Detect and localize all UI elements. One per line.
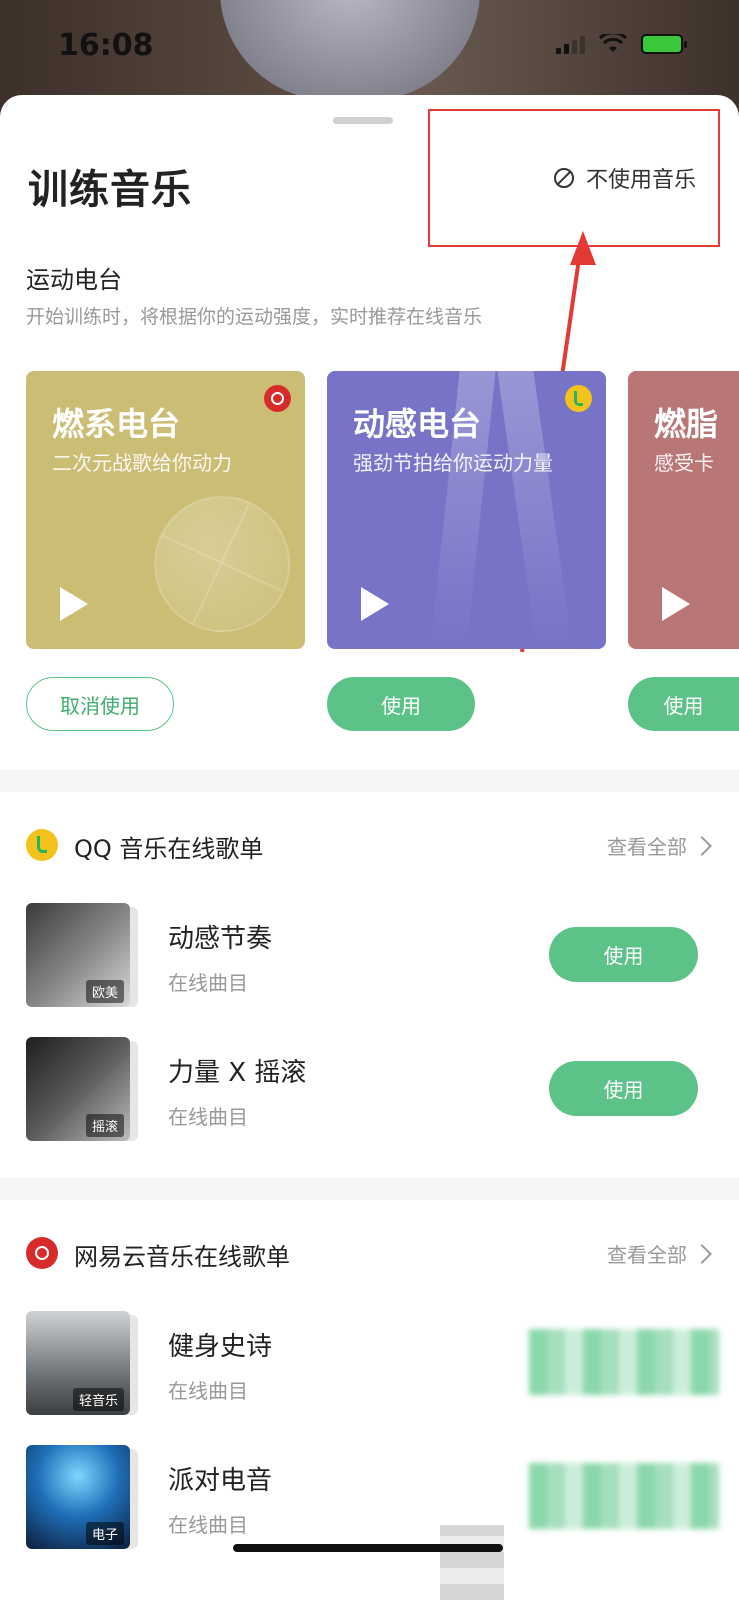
qq-music-icon <box>26 829 58 861</box>
section-divider <box>0 770 739 792</box>
status-time: 16:08 <box>58 28 154 63</box>
home-indicator[interactable] <box>233 1544 503 1552</box>
playlist-meta: 在线曲目 <box>168 1513 248 1537</box>
playlist-cover-image: 欧美 <box>26 903 130 1007</box>
cancel-use-button[interactable]: 取消使用 <box>26 677 174 731</box>
play-icon[interactable] <box>361 587 389 621</box>
qq-section-title: QQ 音乐在线歌单 <box>74 835 264 863</box>
use-button[interactable]: 使用 <box>549 927 698 982</box>
radio-card-title: 动感电台 <box>353 405 482 443</box>
section-divider <box>0 1178 739 1200</box>
playlist-cover-image: 摇滚 <box>26 1037 130 1141</box>
sheet-grabber[interactable] <box>333 117 393 124</box>
battery-charging-icon <box>641 34 687 54</box>
radio-card-title: 燃系电台 <box>52 405 181 443</box>
play-icon[interactable] <box>60 587 88 621</box>
playlist-name: 派对电音 <box>168 1466 273 1496</box>
status-bar: 16:08 <box>0 0 739 96</box>
radio-card-2[interactable]: 动感电台 强劲节拍给你运动力量 <box>327 371 606 649</box>
use-button[interactable] <box>529 1463 719 1529</box>
radio-card-subtitle: 二次元战歌给你动力 <box>52 451 232 475</box>
netease-section-title: 网易云音乐在线歌单 <box>74 1243 290 1271</box>
play-icon[interactable] <box>662 587 690 621</box>
playlist-cover-image: 电子 <box>26 1445 130 1549</box>
no-music-button[interactable]: 不使用音乐 <box>428 109 720 247</box>
playlist-cover[interactable]: 摇滚 <box>26 1037 138 1141</box>
playlist-cover[interactable]: 电子 <box>26 1445 138 1549</box>
qq-see-all-link[interactable]: 查看全部 <box>607 831 712 860</box>
playlist-name: 动感节奏 <box>168 924 273 954</box>
radio-card-subtitle: 强劲节拍给你运动力量 <box>353 451 553 475</box>
genre-tag: 轻音乐 <box>72 1388 124 1411</box>
use-button[interactable] <box>529 1329 719 1395</box>
radio-section-description: 开始训练时，将根据你的运动强度，实时推荐在线音乐 <box>26 306 483 328</box>
chevron-right-icon <box>692 1243 712 1264</box>
radio-section-title: 运动电台 <box>26 266 122 294</box>
playlist-meta: 在线曲目 <box>168 1379 248 1403</box>
netease-music-icon <box>264 385 291 412</box>
genre-tag: 摇滚 <box>85 1114 124 1137</box>
use-button[interactable]: 使用 <box>628 677 739 731</box>
status-icons <box>556 34 687 54</box>
use-button[interactable]: 使用 <box>327 677 475 731</box>
radio-card-title: 燃脂 <box>654 405 719 443</box>
genre-tag: 电子 <box>85 1522 124 1545</box>
see-all-label: 查看全部 <box>607 1243 687 1267</box>
radio-card-subtitle: 感受卡 <box>654 451 714 475</box>
radio-card-3[interactable]: 燃脂 感受卡 <box>628 371 739 649</box>
playlist-cover[interactable]: 欧美 <box>26 903 138 1007</box>
playlist-cover-image: 轻音乐 <box>26 1311 130 1415</box>
see-all-label: 查看全部 <box>607 835 687 859</box>
genre-tag: 欧美 <box>85 980 124 1003</box>
sheet-title: 训练音乐 <box>28 167 192 213</box>
no-music-label: 不使用音乐 <box>585 168 696 193</box>
basketball-illustration <box>154 496 290 632</box>
netease-see-all-link[interactable]: 查看全部 <box>607 1239 712 1268</box>
chevron-right-icon <box>692 835 712 856</box>
cellular-signal-icon <box>556 34 585 54</box>
playlist-name: 力量 X 摇滚 <box>168 1058 307 1088</box>
playlist-meta: 在线曲目 <box>168 1105 248 1129</box>
qq-music-icon <box>565 385 592 412</box>
training-music-sheet: 训练音乐 不使用音乐 运动电台 开始训练时，将根据你的运动强度，实时推荐在线音乐… <box>0 95 739 1600</box>
playlist-cover[interactable]: 轻音乐 <box>26 1311 138 1415</box>
netease-music-icon <box>26 1237 58 1269</box>
use-button[interactable]: 使用 <box>549 1061 698 1116</box>
playlist-meta: 在线曲目 <box>168 971 248 995</box>
light-beam <box>497 371 573 649</box>
wifi-icon <box>599 34 627 52</box>
radio-card-1[interactable]: 燃系电台 二次元战歌给你动力 <box>26 371 305 649</box>
watermark-block <box>440 1525 504 1600</box>
playlist-name: 健身史诗 <box>168 1332 273 1362</box>
prohibit-icon <box>553 168 574 188</box>
